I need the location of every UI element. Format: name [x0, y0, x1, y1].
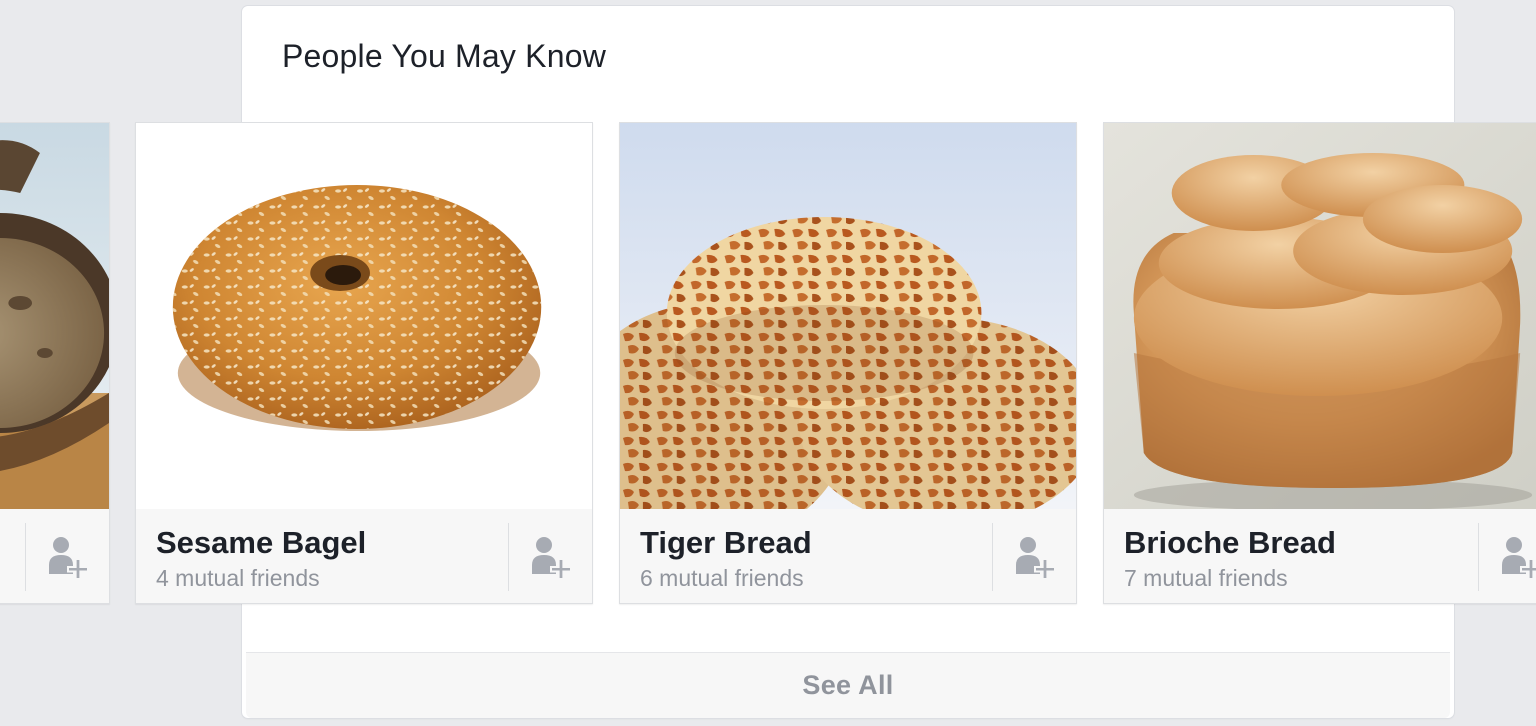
suggestion-photo[interactable]: [1104, 123, 1536, 509]
suggestion-photo[interactable]: [620, 123, 1076, 509]
suggestion-card[interactable]: Sesame Bagel 4 mutual friends: [135, 122, 593, 604]
suggestion-card[interactable]: Brioche Bread 7 mutual friends: [1103, 122, 1536, 604]
add-friend-button[interactable]: [25, 523, 109, 591]
section-title: People You May Know: [282, 38, 607, 74]
mutual-friends-count[interactable]: 6 mutual friends: [640, 565, 804, 592]
suggestion-info: Brioche Bread 7 mutual friends: [1104, 509, 1536, 603]
add-friend-icon: [1015, 537, 1056, 580]
suggestion-photo[interactable]: [136, 123, 592, 509]
suggestion-info: Tiger Bread 6 mutual friends: [620, 509, 1076, 603]
pymk-screen: People You May Know See All Sesame Bagel…: [0, 0, 1536, 726]
suggestion-card[interactable]: [0, 122, 110, 604]
mutual-friends-count[interactable]: 4 mutual friends: [156, 565, 320, 592]
suggestion-info: Sesame Bagel 4 mutual friends: [136, 509, 592, 603]
suggestion-card[interactable]: Tiger Bread 6 mutual friends: [619, 122, 1077, 604]
add-friend-button[interactable]: [1478, 523, 1536, 591]
add-friend-icon: [531, 537, 572, 580]
mutual-friends-count[interactable]: 7 mutual friends: [1124, 565, 1288, 592]
add-friend-icon: [48, 537, 89, 580]
see-all-button[interactable]: See All: [246, 652, 1450, 718]
suggestion-photo[interactable]: [0, 123, 109, 509]
suggestion-name[interactable]: Brioche Bread: [1124, 525, 1336, 561]
add-friend-icon: [1501, 537, 1536, 580]
suggestion-name[interactable]: Sesame Bagel: [156, 525, 366, 561]
add-friend-button[interactable]: [992, 523, 1076, 591]
add-friend-button[interactable]: [508, 523, 592, 591]
suggestion-name[interactable]: Tiger Bread: [640, 525, 812, 561]
suggestion-info: [0, 509, 109, 603]
